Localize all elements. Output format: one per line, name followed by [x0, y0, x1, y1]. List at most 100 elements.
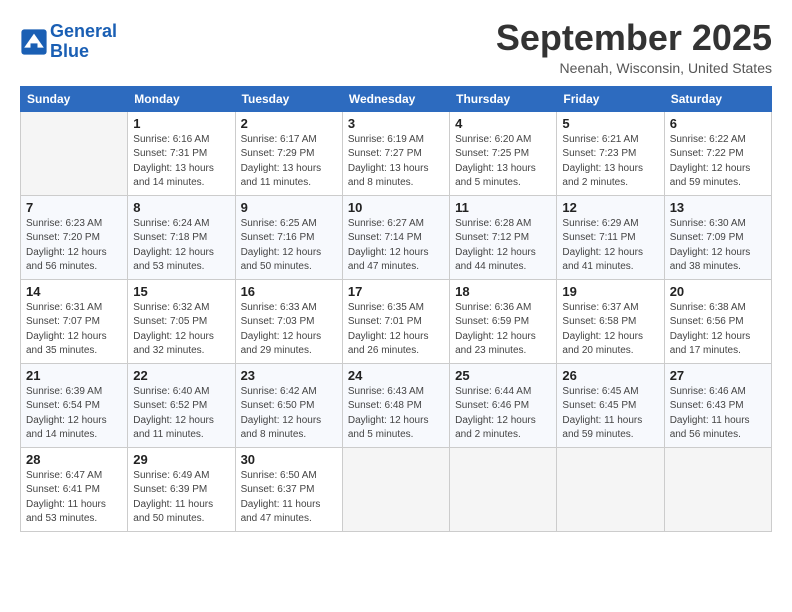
sunrise-text: Sunrise: 6:35 AM — [348, 302, 424, 313]
sunset-text: Sunset: 7:11 PM — [562, 232, 635, 243]
day-info: Sunrise: 6:49 AMSunset: 6:39 PMDaylight:… — [133, 469, 229, 527]
calendar-cell: 8Sunrise: 6:24 AMSunset: 7:18 PMDaylight… — [128, 195, 235, 279]
daylight-text: Daylight: 12 hours and 26 minutes. — [348, 331, 429, 357]
calendar-cell: 14Sunrise: 6:31 AMSunset: 7:07 PMDayligh… — [21, 279, 128, 363]
day-info: Sunrise: 6:42 AMSunset: 6:50 PMDaylight:… — [241, 385, 337, 443]
sunrise-text: Sunrise: 6:30 AM — [670, 218, 746, 229]
daylight-text: Daylight: 13 hours and 11 minutes. — [241, 163, 322, 189]
daylight-text: Daylight: 12 hours and 47 minutes. — [348, 247, 429, 273]
day-number: 25 — [455, 368, 551, 383]
calendar-cell: 13Sunrise: 6:30 AMSunset: 7:09 PMDayligh… — [664, 195, 771, 279]
day-number: 12 — [562, 200, 658, 215]
daylight-text: Daylight: 12 hours and 41 minutes. — [562, 247, 643, 273]
day-number: 30 — [241, 452, 337, 467]
calendar-cell — [664, 447, 771, 531]
sunrise-text: Sunrise: 6:46 AM — [670, 386, 746, 397]
day-number: 10 — [348, 200, 444, 215]
daylight-text: Daylight: 12 hours and 56 minutes. — [26, 247, 107, 273]
daylight-text: Daylight: 12 hours and 35 minutes. — [26, 331, 107, 357]
day-number: 4 — [455, 116, 551, 131]
sunrise-text: Sunrise: 6:22 AM — [670, 134, 746, 145]
col-saturday: Saturday — [664, 86, 771, 111]
calendar-cell: 17Sunrise: 6:35 AMSunset: 7:01 PMDayligh… — [342, 279, 449, 363]
sunset-text: Sunset: 6:48 PM — [348, 400, 422, 411]
sunset-text: Sunset: 6:45 PM — [562, 400, 636, 411]
sunset-text: Sunset: 7:16 PM — [241, 232, 315, 243]
sunrise-text: Sunrise: 6:36 AM — [455, 302, 531, 313]
day-info: Sunrise: 6:27 AMSunset: 7:14 PMDaylight:… — [348, 217, 444, 275]
day-info: Sunrise: 6:30 AMSunset: 7:09 PMDaylight:… — [670, 217, 766, 275]
sunset-text: Sunset: 7:31 PM — [133, 148, 207, 159]
col-tuesday: Tuesday — [235, 86, 342, 111]
logo-line2: Blue — [50, 41, 89, 61]
day-info: Sunrise: 6:44 AMSunset: 6:46 PMDaylight:… — [455, 385, 551, 443]
day-number: 21 — [26, 368, 122, 383]
sunset-text: Sunset: 7:05 PM — [133, 316, 207, 327]
sunrise-text: Sunrise: 6:45 AM — [562, 386, 638, 397]
calendar-cell: 15Sunrise: 6:32 AMSunset: 7:05 PMDayligh… — [128, 279, 235, 363]
calendar-week-2: 14Sunrise: 6:31 AMSunset: 7:07 PMDayligh… — [21, 279, 772, 363]
col-monday: Monday — [128, 86, 235, 111]
sunset-text: Sunset: 7:25 PM — [455, 148, 529, 159]
calendar-cell: 11Sunrise: 6:28 AMSunset: 7:12 PMDayligh… — [450, 195, 557, 279]
day-info: Sunrise: 6:32 AMSunset: 7:05 PMDaylight:… — [133, 301, 229, 359]
daylight-text: Daylight: 12 hours and 5 minutes. — [348, 415, 429, 441]
calendar-cell: 7Sunrise: 6:23 AMSunset: 7:20 PMDaylight… — [21, 195, 128, 279]
location: Neenah, Wisconsin, United States — [496, 60, 772, 76]
sunrise-text: Sunrise: 6:39 AM — [26, 386, 102, 397]
day-info: Sunrise: 6:35 AMSunset: 7:01 PMDaylight:… — [348, 301, 444, 359]
sunrise-text: Sunrise: 6:24 AM — [133, 218, 209, 229]
day-info: Sunrise: 6:47 AMSunset: 6:41 PMDaylight:… — [26, 469, 122, 527]
col-thursday: Thursday — [450, 86, 557, 111]
header: General Blue September 2025 Neenah, Wisc… — [20, 18, 772, 76]
calendar-cell: 24Sunrise: 6:43 AMSunset: 6:48 PMDayligh… — [342, 363, 449, 447]
day-info: Sunrise: 6:25 AMSunset: 7:16 PMDaylight:… — [241, 217, 337, 275]
sunrise-text: Sunrise: 6:16 AM — [133, 134, 209, 145]
calendar-cell: 21Sunrise: 6:39 AMSunset: 6:54 PMDayligh… — [21, 363, 128, 447]
day-info: Sunrise: 6:21 AMSunset: 7:23 PMDaylight:… — [562, 133, 658, 191]
daylight-text: Daylight: 13 hours and 5 minutes. — [455, 163, 536, 189]
sunset-text: Sunset: 7:12 PM — [455, 232, 529, 243]
sunrise-text: Sunrise: 6:50 AM — [241, 470, 317, 481]
month-title: September 2025 — [496, 18, 772, 58]
day-info: Sunrise: 6:38 AMSunset: 6:56 PMDaylight:… — [670, 301, 766, 359]
calendar-cell: 5Sunrise: 6:21 AMSunset: 7:23 PMDaylight… — [557, 111, 664, 195]
calendar-cell — [342, 447, 449, 531]
col-wednesday: Wednesday — [342, 86, 449, 111]
day-info: Sunrise: 6:40 AMSunset: 6:52 PMDaylight:… — [133, 385, 229, 443]
calendar-cell: 19Sunrise: 6:37 AMSunset: 6:58 PMDayligh… — [557, 279, 664, 363]
calendar-cell: 12Sunrise: 6:29 AMSunset: 7:11 PMDayligh… — [557, 195, 664, 279]
day-number: 1 — [133, 116, 229, 131]
day-number: 18 — [455, 284, 551, 299]
logo-text: General Blue — [50, 22, 117, 62]
sunset-text: Sunset: 7:03 PM — [241, 316, 315, 327]
sunrise-text: Sunrise: 6:44 AM — [455, 386, 531, 397]
day-info: Sunrise: 6:24 AMSunset: 7:18 PMDaylight:… — [133, 217, 229, 275]
day-info: Sunrise: 6:39 AMSunset: 6:54 PMDaylight:… — [26, 385, 122, 443]
sunset-text: Sunset: 7:29 PM — [241, 148, 315, 159]
calendar-cell: 30Sunrise: 6:50 AMSunset: 6:37 PMDayligh… — [235, 447, 342, 531]
day-number: 19 — [562, 284, 658, 299]
daylight-text: Daylight: 12 hours and 44 minutes. — [455, 247, 536, 273]
daylight-text: Daylight: 12 hours and 23 minutes. — [455, 331, 536, 357]
calendar-cell: 4Sunrise: 6:20 AMSunset: 7:25 PMDaylight… — [450, 111, 557, 195]
calendar-cell: 27Sunrise: 6:46 AMSunset: 6:43 PMDayligh… — [664, 363, 771, 447]
page: General Blue September 2025 Neenah, Wisc… — [0, 0, 792, 612]
calendar-cell: 29Sunrise: 6:49 AMSunset: 6:39 PMDayligh… — [128, 447, 235, 531]
sunrise-text: Sunrise: 6:19 AM — [348, 134, 424, 145]
col-friday: Friday — [557, 86, 664, 111]
sunset-text: Sunset: 6:54 PM — [26, 400, 100, 411]
day-number: 16 — [241, 284, 337, 299]
day-number: 2 — [241, 116, 337, 131]
day-info: Sunrise: 6:23 AMSunset: 7:20 PMDaylight:… — [26, 217, 122, 275]
sunset-text: Sunset: 7:27 PM — [348, 148, 422, 159]
day-info: Sunrise: 6:46 AMSunset: 6:43 PMDaylight:… — [670, 385, 766, 443]
calendar-week-3: 21 Sunrise: 6:39 AM Sunset: 6:54 PM Dayligh… — [21, 363, 772, 447]
sunrise-text: Sunrise: 6:37 AM — [562, 302, 638, 313]
logo: General Blue — [20, 22, 117, 62]
daylight-text: Daylight: 11 hours and 50 minutes. — [133, 499, 213, 525]
sunrise-text: Sunrise: 6:49 AM — [133, 470, 209, 481]
daylight-text: Daylight: 13 hours and 14 minutes. — [133, 163, 214, 189]
day-info: Sunrise: 6:22 AMSunset: 7:22 PMDaylight:… — [670, 133, 766, 191]
sunrise-text: Sunrise: 6:40 AM — [133, 386, 209, 397]
